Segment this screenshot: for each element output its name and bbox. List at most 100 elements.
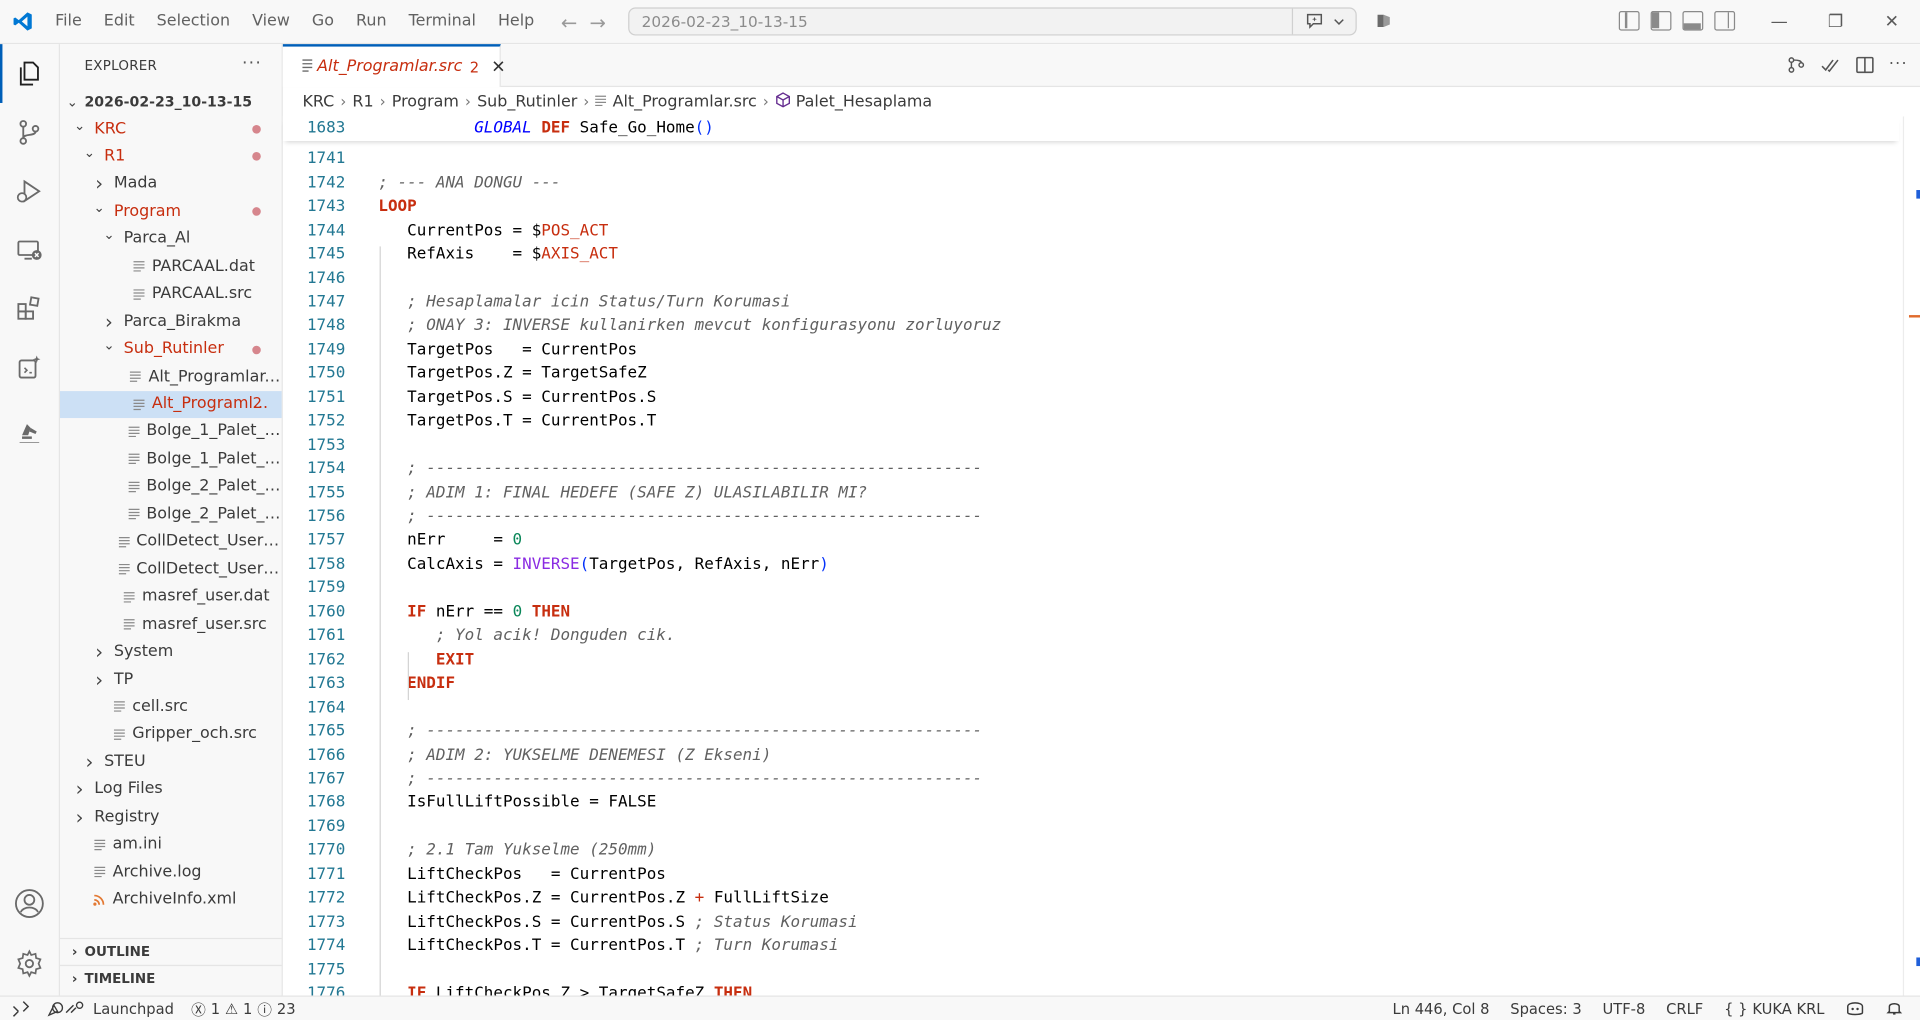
code-line[interactable]: 1745 RefAxis = $AXIS_ACT [283,242,1899,266]
code-line[interactable]: 1756 ; ---------------------------------… [283,505,1899,529]
tree-folder-item[interactable]: › Mada [60,170,282,197]
toggle-primary-sidebar-icon[interactable] [1650,11,1672,31]
code-line[interactable]: 1767 ; ---------------------------------… [283,767,1899,791]
tree-file-item[interactable]: Gripper_och.src [60,721,282,748]
code-line[interactable]: 1755 ; ADIM 1: FINAL HEDEFE (SAFE Z) ULA… [283,481,1899,505]
tree-file-item[interactable]: ArchiveInfo.xml [60,886,282,913]
code-line[interactable]: 1769 [283,815,1899,839]
problems-indicator[interactable]: Ⓧ 1 ⚠ 1 ⓘ 23 [191,999,296,1020]
code-line[interactable]: 1773 LiftCheckPos.S = CurrentPos.S ; Sta… [283,910,1899,934]
menu-help[interactable]: Help [487,0,545,44]
code-line[interactable]: 1766 ; ADIM 2: YUKSELME DENEMESI (Z Ekse… [283,743,1899,767]
tree-file-item[interactable]: Bolge_1_Palet_Ort... [60,446,282,473]
toggle-panel-icon[interactable] [1682,11,1704,31]
customize-layout-icon[interactable] [1618,11,1640,31]
explorer-icon[interactable] [0,44,59,103]
language-mode[interactable]: { } KUKA KRL [1724,1000,1824,1017]
tree-folder-item[interactable]: › STEU [60,748,282,775]
toggle-secondary-sidebar-icon[interactable] [1714,11,1736,31]
forward-arrow-icon[interactable]: → [589,10,605,33]
restore-icon[interactable]: ❐ [1807,0,1863,44]
close-icon[interactable]: ✕ [491,57,505,77]
menu-terminal[interactable]: Terminal [398,0,487,44]
code-line[interactable]: 1761 ; Yol acik! Donguden cik. [283,624,1899,648]
code-line[interactable]: 1774 LiftCheckPos.T = CurrentPos.T ; Tur… [283,934,1899,958]
code-line[interactable]: 1750 TargetPos.Z = TargetSafeZ [283,362,1899,386]
tree-file-item[interactable]: masref_user.src [60,611,282,638]
tree-file-item[interactable]: Alt_Programlar.dat [60,363,282,390]
remote-explorer-icon[interactable] [0,221,59,280]
check-all-icon[interactable] [1820,55,1840,80]
command-center-text[interactable]: 2026-02-23_10-13-15 [629,12,1291,30]
menu-selection[interactable]: Selection [146,0,241,44]
tree-file-item[interactable]: Bolge_2_Palet_Ort... [60,501,282,528]
tree-file-item[interactable]: Bolge_2_Palet_Ort... [60,473,282,500]
menu-go[interactable]: Go [301,0,345,44]
back-arrow-icon[interactable]: ← [561,10,577,33]
tree-folder-item[interactable]: ⌄ Program [60,198,282,225]
tree-folder-item[interactable]: › TP [60,666,282,693]
editor-scrollbar[interactable] [1902,116,1920,996]
kuka-krc-icon[interactable] [0,402,59,461]
outline-section[interactable]: › OUTLINE [60,937,282,965]
code-editor[interactable]: 1741 1742 ; --- ANA DONGU --- 1743 LOOP 1744 … [283,141,1899,996]
tree-file-item[interactable]: Alt_Programl... 2 [60,390,282,418]
tree-folder-item[interactable]: › System [60,638,282,665]
code-line[interactable]: 1776 IF LiftCheckPos.Z > TargetSafeZ THE… [283,982,1899,995]
tree-folder-item[interactable]: ⌄ Parca_Al [60,225,282,252]
notifications-bell-icon[interactable] [1886,999,1903,1020]
run-debug-icon[interactable] [0,162,59,221]
code-line[interactable]: 1753 [283,433,1899,457]
code-line[interactable]: 1768 IsFullLiftPossible = FALSE [283,791,1899,815]
tree-file-item[interactable]: PARCAAL.src [60,280,282,307]
tree-folder-item[interactable]: ⌄ Sub_Rutinler [60,335,282,362]
indentation[interactable]: Spaces: 3 [1510,1000,1581,1017]
tree-file-item[interactable]: CollDetect_UserActi... [60,556,282,583]
workspace-root[interactable]: ⌄ 2026-02-23_10-13-15 [60,88,282,115]
launchpad-button[interactable]: Launchpad [47,1000,174,1018]
tree-file-item[interactable]: masref_user.dat [60,583,282,610]
tab-alt-programlar-src[interactable]: Alt_Programlar.src 2 ✕ [282,44,506,88]
tree-file-item[interactable]: am.ini [60,831,282,858]
tree-folder-item[interactable]: › Registry [60,803,282,830]
code-line[interactable]: 1748 ; ONAY 3: INVERSE kullanirken mevcu… [283,314,1899,338]
code-line[interactable]: 1759 [283,576,1899,600]
sticky-scroll-header[interactable]: 1683 GLOBAL DEF Safe_Go_Home() [282,116,1900,141]
code-line[interactable]: 1771 LiftCheckPos = CurrentPos [283,862,1899,886]
code-line[interactable]: 1752 TargetPos.T = CurrentPos.T [283,409,1899,433]
remote-indicator[interactable] [12,1000,30,1017]
menu-file[interactable]: File [44,0,93,44]
split-editor-icon[interactable] [1855,55,1875,80]
tree-folder-item[interactable]: › Log Files [60,776,282,803]
code-line[interactable]: 1742 ; --- ANA DONGU --- [283,171,1899,195]
cursor-position[interactable]: Ln 446, Col 8 [1393,1000,1490,1017]
code-line[interactable]: 1763 ENDIF [283,672,1899,696]
close-window-icon[interactable]: ✕ [1864,0,1920,44]
account-icon[interactable] [0,874,59,933]
copilot-icon[interactable] [1374,11,1394,36]
code-line[interactable]: 1749 TargetPos = CurrentPos [283,338,1899,362]
more-actions-icon[interactable]: ··· [242,54,262,74]
menu-edit[interactable]: Edit [93,0,146,44]
end-of-line[interactable]: CRLF [1666,1000,1703,1017]
code-line[interactable]: 1746 [283,266,1899,290]
breadcrumb-item[interactable]: KRC [302,93,334,111]
code-line[interactable]: 1754 ; ---------------------------------… [283,457,1899,481]
extensions-icon[interactable] [0,280,59,339]
tree-file-item[interactable]: cell.src [60,693,282,720]
command-center[interactable]: 2026-02-23_10-13-15 [628,7,1357,36]
code-line[interactable]: 1765 ; ---------------------------------… [283,719,1899,743]
tree-file-item[interactable]: Bolge_1_Palet_Ort... [60,418,282,445]
tree-file-item[interactable]: CollDetect_UserActi... [60,528,282,555]
code-line[interactable]: 1760 IF nErr == 0 THEN [283,600,1899,624]
manage-gear-icon[interactable] [0,934,59,993]
breadcrumb-item[interactable]: R1 [352,93,373,111]
code-line[interactable]: 1757 nErr = 0 [283,529,1899,553]
chat-icon[interactable] [1291,8,1356,35]
tree-folder-item[interactable]: › Parca_Birakma [60,308,282,335]
ai-toolkit-icon[interactable] [0,338,59,397]
source-control-icon[interactable] [0,103,59,162]
menu-run[interactable]: Run [345,0,398,44]
minimize-icon[interactable]: — [1751,0,1807,44]
code-line[interactable]: 1762 EXIT [283,648,1899,672]
